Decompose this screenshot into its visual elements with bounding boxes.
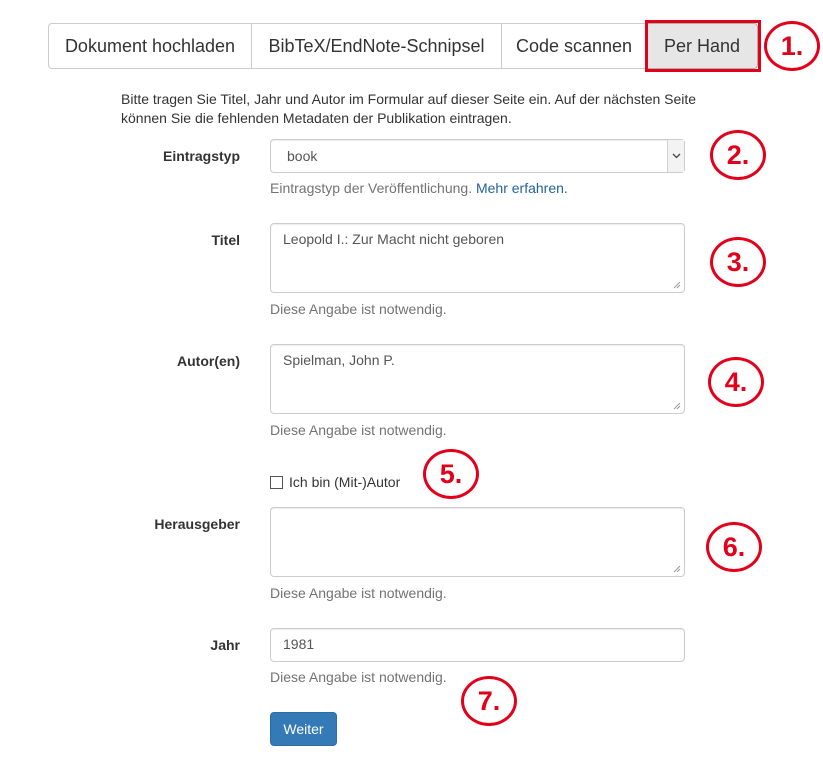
entrytype-label: Eintragstyp	[162, 148, 240, 164]
chevron-down-icon[interactable]	[667, 140, 684, 172]
year-help: Diese Angabe ist notwendig.	[270, 669, 447, 685]
more-info-link[interactable]: Mehr erfahren.	[476, 180, 568, 196]
resize-grip-icon[interactable]	[672, 401, 681, 410]
authors-help: Diese Angabe ist notwendig.	[270, 422, 447, 438]
tab-bibtex-endnote[interactable]: BibTeX/EndNote-Schnipsel	[251, 23, 502, 69]
authors-value: Spielman, John P.	[283, 352, 395, 368]
title-help: Diese Angabe ist notwendig.	[270, 301, 447, 317]
annotation-marker-1: 1.	[764, 21, 820, 71]
annotation-marker-6: 6.	[706, 522, 762, 572]
weiter-button[interactable]: Weiter	[270, 712, 337, 746]
coauthor-checkbox-row[interactable]: Ich bin (Mit-)Autor	[270, 474, 400, 490]
authors-label: Autor(en)	[177, 353, 240, 369]
entrytype-select[interactable]: book	[270, 139, 685, 173]
entrytype-value: book	[287, 148, 318, 164]
editor-textarea[interactable]	[270, 507, 685, 577]
authors-textarea[interactable]: Spielman, John P.	[270, 344, 685, 414]
intro-text: Bitte tragen Sie Titel, Jahr und Autor i…	[121, 91, 697, 126]
annotation-marker-2: 2.	[710, 130, 766, 180]
title-textarea[interactable]: Leopold I.: Zur Macht nicht geboren	[270, 223, 685, 293]
coauthor-checkbox[interactable]	[270, 475, 283, 489]
annotation-marker-4: 4.	[708, 357, 764, 407]
year-label: Jahr	[210, 637, 240, 653]
resize-grip-icon[interactable]	[672, 280, 681, 289]
editor-help: Diese Angabe ist notwendig.	[270, 585, 447, 601]
tab-highlight-frame	[645, 20, 761, 72]
resize-grip-icon[interactable]	[672, 564, 681, 573]
annotation-marker-7: 7.	[461, 676, 517, 726]
annotation-marker-3: 3.	[710, 237, 766, 287]
year-input[interactable]: 1981	[270, 628, 685, 662]
tab-code-scannen[interactable]: Code scannen	[501, 23, 647, 69]
title-value: Leopold I.: Zur Macht nicht geboren	[283, 231, 505, 247]
tab-dokument-hochladen[interactable]: Dokument hochladen	[48, 23, 252, 69]
entrytype-help-text: Eintragstyp der Veröffentlichung.	[270, 180, 473, 196]
annotation-marker-5: 5.	[423, 449, 479, 499]
editor-label: Herausgeber	[154, 516, 240, 532]
entrytype-help: Eintragstyp der Veröffentlichung. Mehr e…	[270, 180, 568, 196]
title-label: Titel	[211, 232, 240, 248]
coauthor-checkbox-label[interactable]: Ich bin (Mit-)Autor	[289, 474, 400, 490]
year-value: 1981	[283, 636, 315, 652]
